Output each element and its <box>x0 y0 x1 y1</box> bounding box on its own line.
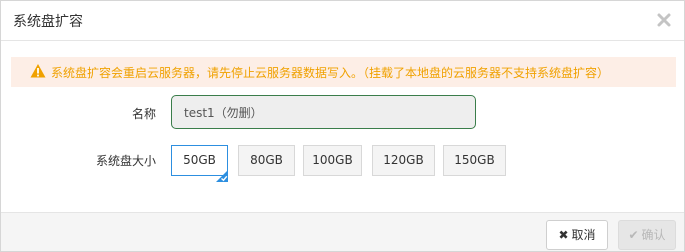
close-icon[interactable] <box>656 12 672 28</box>
dialog-header: 系统盘扩容 <box>1 1 684 41</box>
times-icon: ✖ <box>558 228 569 242</box>
size-option-100gb[interactable]: 100GB <box>303 145 362 176</box>
name-label: 名称 <box>131 107 156 121</box>
size-option-label: 100GB <box>312 153 353 167</box>
warning-banner: 系统盘扩容会重启云服务器，请先停止云服务器数据写入。（挂载了本地盘的云服务器不支… <box>11 57 676 87</box>
confirm-button[interactable]: ✔ 确认 <box>618 220 676 250</box>
size-option-label: 50GB <box>183 153 216 167</box>
name-field[interactable] <box>171 95 476 129</box>
resize-system-disk-dialog: 系统盘扩容 系统盘扩容会重启云服务器，请先停止云服务器数据写入。（挂载了本地盘的… <box>0 0 685 252</box>
warning-text: 系统盘扩容会重启云服务器，请先停止云服务器数据写入。（挂载了本地盘的云服务器不支… <box>51 66 610 80</box>
size-option-label: 150GB <box>454 153 495 167</box>
size-option-label: 80GB <box>250 153 283 167</box>
dialog-title: 系统盘扩容 <box>13 14 83 30</box>
size-option-150gb[interactable]: 150GB <box>443 145 506 176</box>
check-icon: ✔ <box>628 228 639 242</box>
size-option-120gb[interactable]: 120GB <box>372 145 435 176</box>
system-disk-size-label: 系统盘大小 <box>95 154 156 168</box>
confirm-label: 确认 <box>641 228 666 242</box>
selected-check-icon <box>216 164 228 182</box>
cancel-label: 取消 <box>571 228 596 242</box>
size-option-label: 120GB <box>383 153 424 167</box>
size-option-50gb[interactable]: 50GB <box>171 145 228 182</box>
warning-icon <box>30 63 46 79</box>
dialog-footer: ✖ 取消 ✔ 确认 <box>1 212 684 251</box>
size-option-80gb[interactable]: 80GB <box>238 145 295 176</box>
cancel-button[interactable]: ✖ 取消 <box>546 220 608 250</box>
